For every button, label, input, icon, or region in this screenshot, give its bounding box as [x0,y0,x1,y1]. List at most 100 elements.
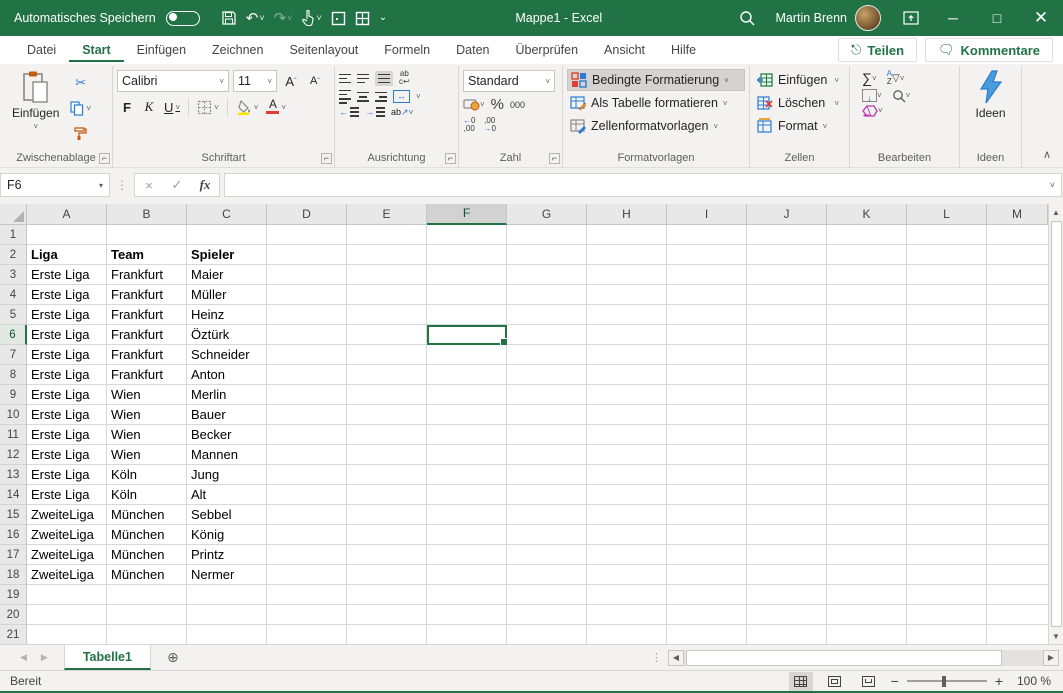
autosum-icon[interactable]: ∑˅ [862,70,877,86]
cell-D17[interactable] [267,545,347,565]
tab-hilfe[interactable]: Hilfe [658,38,709,63]
column-header-E[interactable]: E [347,204,427,225]
align-top-icon[interactable] [339,74,351,84]
row-header-10[interactable]: 10 [0,405,27,425]
row-header-12[interactable]: 12 [0,445,27,465]
cell-A20[interactable] [27,605,107,625]
cell-H8[interactable] [587,365,667,385]
row-header-7[interactable]: 7 [0,345,27,365]
align-left-icon[interactable] [339,90,351,104]
cell-B1[interactable] [107,225,187,245]
align-middle-icon[interactable] [357,74,369,84]
cell-M11[interactable] [987,425,1048,445]
cell-D7[interactable] [267,345,347,365]
cell-I7[interactable] [667,345,747,365]
row-header-1[interactable]: 1 [0,225,27,245]
cell-H4[interactable] [587,285,667,305]
cell-K12[interactable] [827,445,907,465]
cell-D5[interactable] [267,305,347,325]
cell-H3[interactable] [587,265,667,285]
cell-M2[interactable] [987,245,1048,265]
cell-A19[interactable] [27,585,107,605]
expand-formula-bar-icon[interactable]: ˅ [1050,180,1055,190]
tab-ueberpruefen[interactable]: Überprüfen [502,38,591,63]
cell-L4[interactable] [907,285,987,305]
name-box[interactable]: F6▾ [0,173,110,197]
cell-C17[interactable]: Printz [187,545,267,565]
cell-L14[interactable] [907,485,987,505]
cell-J5[interactable] [747,305,827,325]
cell-H20[interactable] [587,605,667,625]
format-as-table-button[interactable]: Als Tabelle formatieren˅ [567,92,745,114]
cell-A18[interactable]: ZweiteLiga [27,565,107,585]
cell-F4[interactable] [427,285,507,305]
cell-I17[interactable] [667,545,747,565]
column-header-L[interactable]: L [907,204,987,225]
tab-seitenlayout[interactable]: Seitenlayout [276,38,371,63]
cell-L15[interactable] [907,505,987,525]
cell-B5[interactable]: Frankfurt [107,305,187,325]
cell-M7[interactable] [987,345,1048,365]
cell-J20[interactable] [747,605,827,625]
cell-A12[interactable]: Erste Liga [27,445,107,465]
borders-icon[interactable]: ˅ [194,96,222,118]
cell-I16[interactable] [667,525,747,545]
save-icon[interactable] [218,8,240,28]
cell-C20[interactable] [187,605,267,625]
cell-C16[interactable]: König [187,525,267,545]
cell-L18[interactable] [907,565,987,585]
cell-G12[interactable] [507,445,587,465]
cell-K6[interactable] [827,325,907,345]
scroll-down-icon[interactable]: ▼ [1052,628,1060,644]
cell-M3[interactable] [987,265,1048,285]
clear-icon[interactable]: ˅ [862,105,883,117]
cell-I3[interactable] [667,265,747,285]
cell-B3[interactable]: Frankfurt [107,265,187,285]
cell-M20[interactable] [987,605,1048,625]
cell-M16[interactable] [987,525,1048,545]
cell-A17[interactable]: ZweiteLiga [27,545,107,565]
comma-style-icon[interactable]: 000 [510,100,525,110]
cell-K1[interactable] [827,225,907,245]
cell-D4[interactable] [267,285,347,305]
cell-A21[interactable] [27,625,107,644]
cell-B12[interactable]: Wien [107,445,187,465]
cell-H16[interactable] [587,525,667,545]
cell-K3[interactable] [827,265,907,285]
column-header-D[interactable]: D [267,204,347,225]
cell-M9[interactable] [987,385,1048,405]
cell-J21[interactable] [747,625,827,644]
cell-L5[interactable] [907,305,987,325]
cell-L8[interactable] [907,365,987,385]
cell-A2[interactable]: Liga [27,245,107,265]
cell-A3[interactable]: Erste Liga [27,265,107,285]
cell-G13[interactable] [507,465,587,485]
cell-F2[interactable] [427,245,507,265]
user-avatar[interactable] [855,5,881,31]
cell-C10[interactable]: Bauer [187,405,267,425]
row-header-3[interactable]: 3 [0,265,27,285]
format-cells-button[interactable]: Format˅ [754,115,845,137]
align-center-icon[interactable] [357,92,369,102]
cell-K8[interactable] [827,365,907,385]
cell-J17[interactable] [747,545,827,565]
cell-B21[interactable] [107,625,187,644]
cell-C4[interactable]: Müller [187,285,267,305]
cell-I21[interactable] [667,625,747,644]
cell-K2[interactable] [827,245,907,265]
align-bottom-icon[interactable] [375,71,393,87]
conditional-formatting-button[interactable]: Bedingte Formatierung˅ [567,69,745,91]
number-dialog-launcher[interactable]: ⌐ [549,153,560,164]
cell-C7[interactable]: Schneider [187,345,267,365]
cell-E7[interactable] [347,345,427,365]
row-header-21[interactable]: 21 [0,625,27,644]
cell-D16[interactable] [267,525,347,545]
cell-H19[interactable] [587,585,667,605]
collapse-ribbon-icon[interactable]: ∧ [1043,148,1051,161]
tab-ansicht[interactable]: Ansicht [591,38,658,63]
cell-L21[interactable] [907,625,987,644]
horizontal-scroll-thumb[interactable] [686,650,1002,666]
underline-button[interactable]: U˅ [161,96,183,118]
cell-G9[interactable] [507,385,587,405]
cell-G4[interactable] [507,285,587,305]
